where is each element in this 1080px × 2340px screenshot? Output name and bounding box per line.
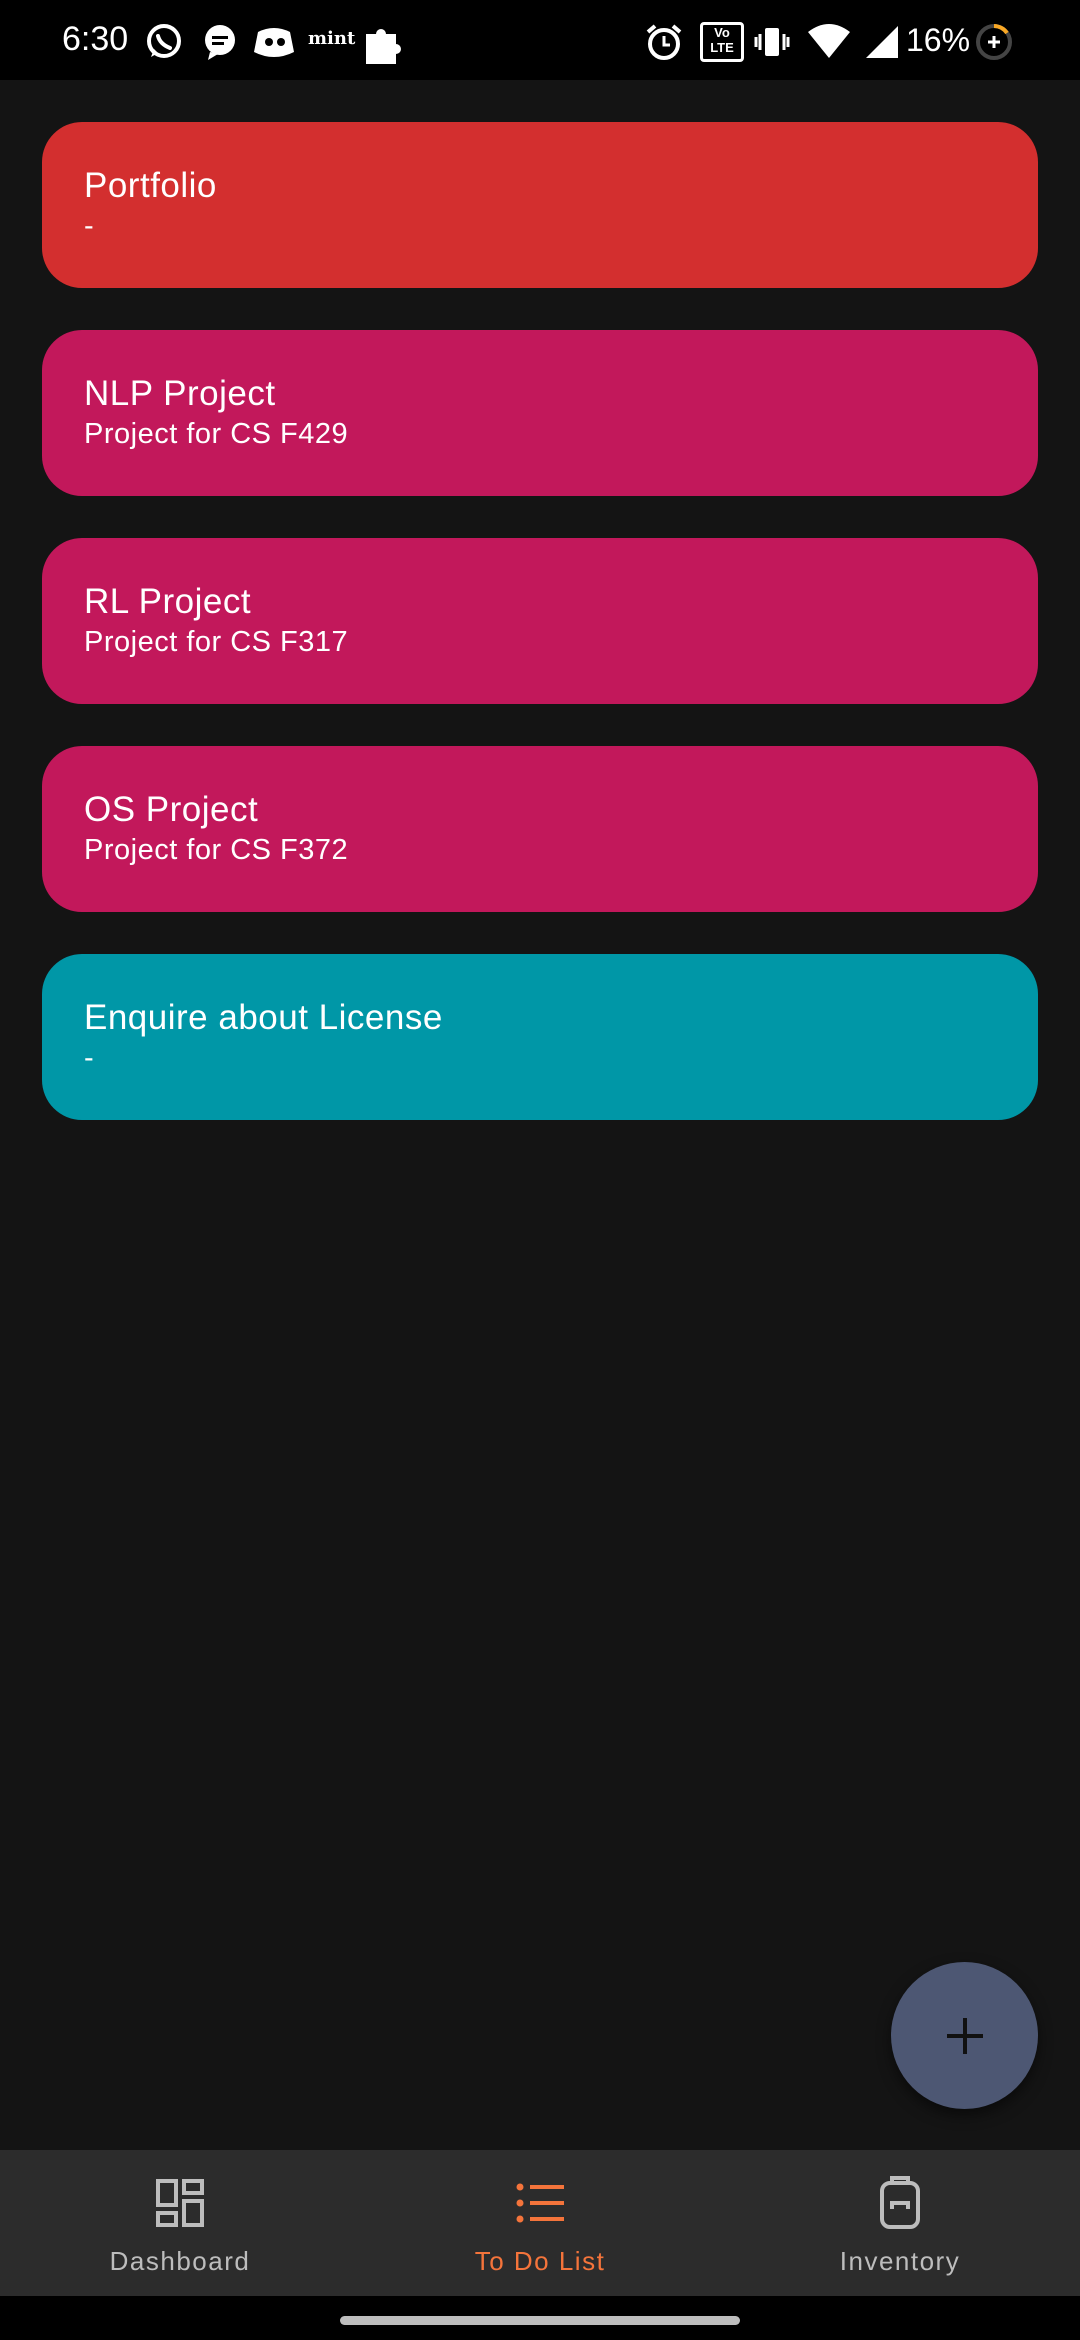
bottom-navigation: Dashboard To Do List Inventory — [0, 2150, 1080, 2296]
messages-icon — [200, 22, 240, 62]
signal-icon — [862, 22, 902, 62]
task-title: RL Project — [84, 582, 252, 621]
task-card-portfolio[interactable]: Portfolio - — [42, 122, 1038, 288]
backpack-icon — [880, 2176, 920, 2229]
task-title: Enquire about License — [84, 998, 443, 1037]
task-subtitle: Project for CS F317 — [84, 626, 349, 658]
task-card-nlp-project[interactable]: NLP Project Project for CS F429 — [42, 330, 1038, 496]
task-subtitle: - — [84, 210, 95, 242]
nav-label-todo-list: To Do List — [474, 2246, 606, 2276]
wifi-icon — [806, 22, 852, 62]
volte-icon: Vo LTE — [700, 22, 744, 62]
vibrate-icon — [752, 22, 792, 62]
gesture-handle[interactable] — [340, 2316, 740, 2325]
alarm-icon — [644, 22, 684, 62]
list-icon — [516, 2183, 564, 2223]
puzzle-icon — [362, 22, 402, 64]
status-bar: 6:30 mint Vo LTE 16% — [0, 0, 1080, 80]
task-card-os-project[interactable]: OS Project Project for CS F372 — [42, 746, 1038, 912]
task-subtitle: Project for CS F372 — [84, 834, 349, 866]
nav-label-inventory: Inventory — [839, 2246, 961, 2276]
nav-label-dashboard: Dashboard — [109, 2246, 251, 2276]
whatsapp-icon — [144, 22, 184, 62]
task-subtitle: - — [84, 1042, 95, 1074]
task-title: OS Project — [84, 790, 259, 829]
task-title: NLP Project — [84, 374, 276, 413]
discord-icon — [252, 22, 298, 62]
task-card-rl-project[interactable]: RL Project Project for CS F317 — [42, 538, 1038, 704]
task-title: Portfolio — [84, 166, 217, 205]
dashboard-icon — [156, 2179, 204, 2227]
status-time: 6:30 — [62, 20, 129, 58]
add-task-button[interactable] — [891, 1962, 1038, 2109]
battery-percent: 16% — [906, 22, 971, 58]
task-card-enquire-license[interactable]: Enquire about License - — [42, 954, 1038, 1120]
mint-icon: mint — [308, 28, 356, 49]
task-subtitle: Project for CS F429 — [84, 418, 349, 450]
nav-item-dashboard[interactable]: Dashboard — [0, 2150, 360, 2296]
battery-saver-icon — [974, 22, 1014, 62]
nav-item-todo-list[interactable]: To Do List — [360, 2150, 720, 2296]
nav-item-inventory[interactable]: Inventory — [720, 2150, 1080, 2296]
plus-icon — [947, 2018, 983, 2054]
